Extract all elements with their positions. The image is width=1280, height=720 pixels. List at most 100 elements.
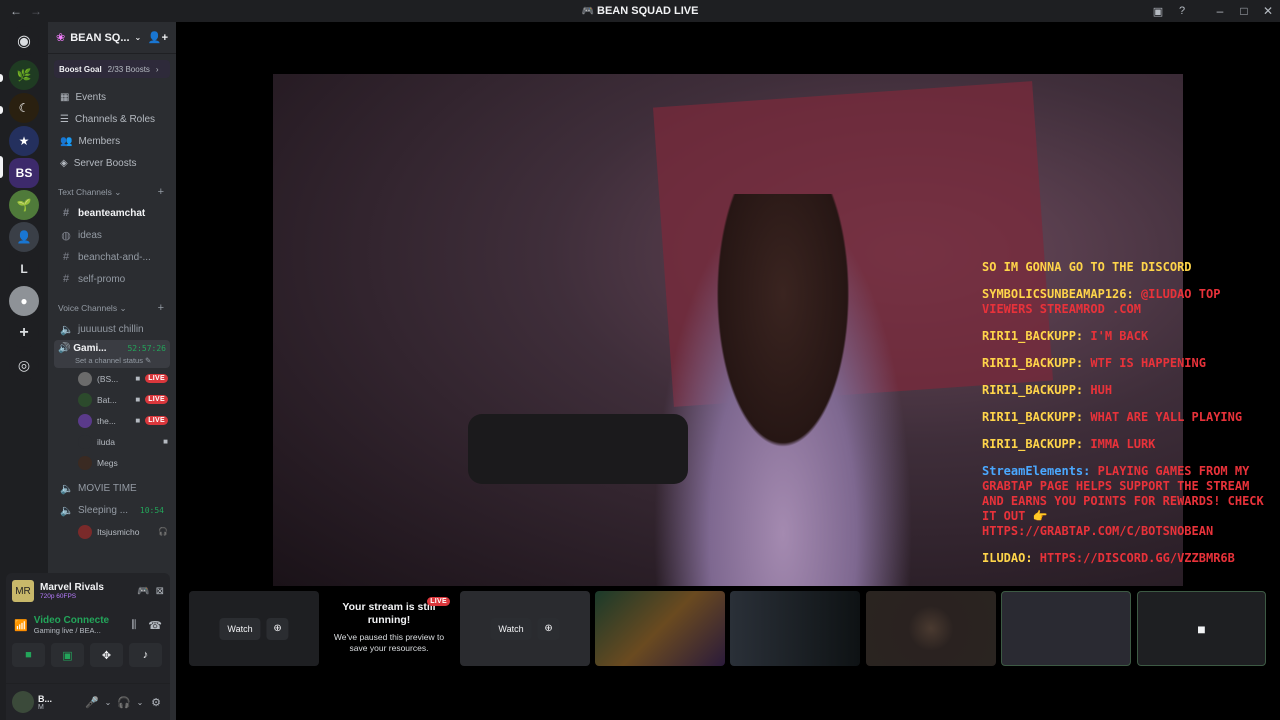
- channel-self-promo[interactable]: # self-promo: [48, 268, 176, 290]
- menu-channels-roles[interactable]: ☰ Channels & Roles: [48, 108, 176, 130]
- chat-message: ILUDAO: HTTPS://DISCORD.GG/VZZBMR6B: [982, 551, 1272, 566]
- channel-ideas[interactable]: ◍ ideas: [48, 224, 176, 246]
- settings-gear-icon[interactable]: ⚙: [148, 696, 164, 709]
- discord-home-icon[interactable]: ◉: [9, 26, 39, 56]
- participant-tile[interactable]: [1001, 591, 1131, 666]
- server-icon-5[interactable]: 👤: [9, 222, 39, 252]
- voice-status-sub[interactable]: Gaming live / BEA...: [34, 626, 126, 635]
- chat-username: RIRI1_BACKUPP:: [982, 410, 1091, 424]
- participant-tile[interactable]: [866, 591, 996, 666]
- voice-user[interactable]: (BS... ■ LIVE: [48, 368, 176, 389]
- popout-icon[interactable]: ⊕: [266, 617, 289, 640]
- participant-tile[interactable]: [730, 591, 860, 666]
- chat-username: SYMBOLICSUNBEAMAP126:: [982, 287, 1141, 301]
- server-icon-l[interactable]: L: [9, 254, 39, 284]
- voice-channel-chillin[interactable]: 🔈 juuuuust chillin: [48, 318, 176, 340]
- chat-message: RIRI1_BACKUPP: WTF IS HAPPENING: [982, 356, 1272, 371]
- category-voice-channels[interactable]: Voice Channels ⌄ +: [48, 298, 176, 318]
- watch-button[interactable]: Watch: [490, 617, 532, 640]
- boost-goal[interactable]: Boost Goal 2/33 Boosts ›: [54, 60, 170, 78]
- avatar[interactable]: [12, 691, 34, 713]
- voice-user[interactable]: Itsjusmicho 🎧: [48, 521, 176, 542]
- speaker-icon: 🔊: [58, 343, 71, 354]
- server-icon-1[interactable]: 🌿: [9, 60, 39, 90]
- microphone-icon[interactable]: 🎤: [84, 696, 100, 709]
- hash-icon: #: [62, 273, 70, 285]
- stream-tile[interactable]: Watch ⊕: [460, 591, 590, 666]
- speaker-icon: 🔈: [60, 323, 74, 336]
- help-icon[interactable]: ?: [1170, 0, 1194, 22]
- chat-message: RIRI1_BACKUPP: IMMA LURK: [982, 437, 1272, 452]
- forward-arrow-icon[interactable]: →: [30, 4, 42, 18]
- voice-channel-active[interactable]: 🔊 Gami... 52:57:26 Set a channel status …: [54, 340, 170, 368]
- server-icon-bean-squad[interactable]: BS: [9, 158, 39, 188]
- controller-icon[interactable]: 🎮: [137, 586, 149, 597]
- guild-header[interactable]: ❀ BEAN SQ... ⌄ 👤+: [48, 22, 176, 54]
- server-icon-2[interactable]: ☾: [9, 93, 39, 123]
- activities-button[interactable]: ✥: [90, 643, 123, 667]
- chat-text: HUH: [1090, 383, 1113, 397]
- chevron-down-icon[interactable]: ⌄: [104, 698, 112, 707]
- chevron-down-icon[interactable]: ⌄: [136, 698, 144, 707]
- menu-members[interactable]: 👥 Members: [48, 130, 176, 152]
- voice-channel-movie-time[interactable]: 🔈 MOVIE TIME: [48, 477, 176, 499]
- signal-icon[interactable]: 📶: [14, 619, 28, 632]
- disconnect-icon[interactable]: ☎: [148, 619, 162, 632]
- avatar: [78, 392, 92, 407]
- close-button[interactable]: ✕: [1256, 0, 1280, 22]
- hash-icon: #: [62, 251, 70, 263]
- inbox-icon[interactable]: ▣: [1146, 0, 1170, 22]
- server-icon-3[interactable]: ★: [9, 126, 39, 156]
- voice-user[interactable]: the... ■ LIVE: [48, 410, 176, 431]
- watch-button[interactable]: Watch: [219, 617, 261, 640]
- channel-timer: 52:57:26: [127, 344, 166, 353]
- add-channel-icon[interactable]: +: [158, 302, 164, 314]
- live-badge: LIVE: [145, 374, 168, 383]
- chat-text: WHAT ARE YALL PLAYING: [1090, 410, 1243, 424]
- menu-events[interactable]: ▦ Events: [48, 86, 176, 108]
- stream-chat-overlay: SO IM GONNA GO TO THE DISCORD SYMBOLICSUN…: [982, 260, 1272, 578]
- activity-panel[interactable]: MR Marvel Rivals 720p 60FPS 🎮 ⊠: [6, 573, 170, 609]
- voice-channel-sleeping[interactable]: 🔈 Sleeping ... 10:54: [48, 499, 176, 521]
- popout-icon[interactable]: ⊕: [537, 617, 560, 640]
- text-channel-icon: #: [62, 207, 70, 219]
- voice-user[interactable]: iluda ■: [48, 431, 176, 452]
- camera-icon: ■: [163, 437, 168, 446]
- menu-server-boosts[interactable]: ◈ Server Boosts: [48, 152, 176, 174]
- category-text-channels[interactable]: Text Channels ⌄ +: [48, 182, 176, 202]
- chat-username: RIRI1_BACKUPP:: [982, 383, 1091, 397]
- invite-icon[interactable]: 👤+: [148, 31, 168, 44]
- channel-status[interactable]: Set a channel status ✎: [58, 356, 166, 365]
- chat-text: WTF IS HAPPENING: [1090, 356, 1206, 370]
- camera-icon: ■: [135, 395, 141, 404]
- participant-tile[interactable]: [595, 591, 725, 666]
- paused-subtitle: We've paused this preview to save your r…: [333, 632, 445, 653]
- live-badge: LIVE: [427, 597, 450, 606]
- voice-user[interactable]: Bat... ■ LIVE: [48, 389, 176, 410]
- server-icon-4[interactable]: 🌱: [9, 190, 39, 220]
- explore-icon[interactable]: ◎: [9, 350, 39, 380]
- add-server-icon[interactable]: +: [9, 318, 39, 348]
- noise-suppression-icon[interactable]: ⫼: [131, 619, 136, 632]
- screenshare-button[interactable]: ▣: [51, 643, 84, 667]
- camera-icon: ■: [135, 416, 141, 425]
- live-badge: LIVE: [145, 395, 168, 404]
- add-channel-icon[interactable]: +: [158, 186, 164, 198]
- own-stream-tile[interactable]: LIVE Your stream is still running! We've…: [324, 591, 454, 666]
- headphones-icon[interactable]: 🎧: [116, 696, 132, 709]
- stream-tile[interactable]: Watch ⊕: [189, 591, 319, 666]
- camera-button[interactable]: ■: [12, 643, 45, 667]
- chat-username: RIRI1_BACKUPP:: [982, 437, 1091, 451]
- maximize-button[interactable]: □: [1232, 0, 1256, 22]
- channel-beanteamchat[interactable]: # beanteamchat: [48, 202, 176, 224]
- voice-user[interactable]: Megs: [48, 452, 176, 473]
- minimize-button[interactable]: –: [1208, 0, 1232, 22]
- stop-stream-icon[interactable]: ⊠: [156, 586, 164, 597]
- soundboard-button[interactable]: ♪: [129, 643, 162, 667]
- channel-beanchat[interactable]: # beanchat-and-...: [48, 246, 176, 268]
- microphone-figure: [468, 414, 688, 484]
- server-icon-6[interactable]: ●: [9, 286, 39, 316]
- back-arrow-icon[interactable]: ←: [10, 4, 22, 18]
- participant-tile[interactable]: ■: [1137, 591, 1266, 666]
- chat-username: RIRI1_BACKUPP:: [982, 356, 1091, 370]
